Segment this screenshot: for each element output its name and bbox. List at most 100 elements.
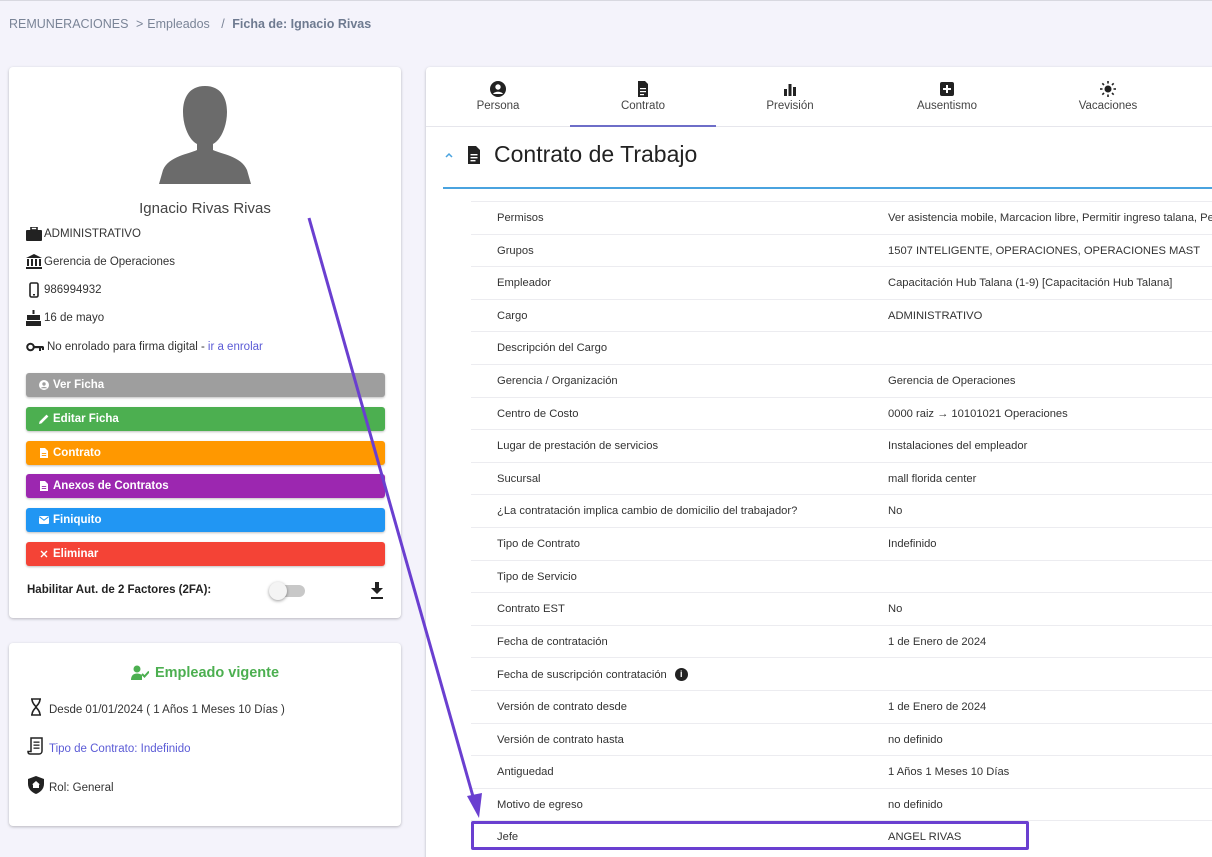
delete-button[interactable]: Eliminar [26,542,385,566]
section-header[interactable]: Contrato de Trabajo [444,141,697,168]
department-text: Gerencia de Operaciones [44,255,176,268]
mail-icon [39,515,49,525]
row-label-text: Versión de contrato hasta [497,733,624,746]
chevron-up-icon[interactable] [444,150,454,160]
status-role-row: Rol: General [27,776,114,794]
document-icon [638,81,648,97]
profile-card: Ignacio Rivas Rivas ADMINISTRATIVO Geren… [9,67,401,618]
sun-icon [1100,81,1116,97]
contract-details-table: Permisos Ver asistencia mobile, Marcacion… [471,201,1212,853]
section-divider [443,187,1212,189]
table-row: Lugar de prestación de servicios Instalac… [471,429,1212,462]
row-label: Gerencia / Organización [497,375,618,387]
tab-ausentismo[interactable]: Ausentismo [864,67,1030,127]
contract-annexes-button[interactable]: Anexos de Contratos [26,474,385,498]
tab-vacaciones[interactable]: Vacaciones [1030,67,1186,127]
contract-label: Contrato [53,447,101,459]
status-since-text: Desde 01/01/2024 ( 1 Años 1 Meses 10 Día… [49,704,285,716]
twofa-toggle[interactable] [269,582,307,600]
table-row: Cargo ADMINISTRATIVO [471,298,1212,332]
row-label: Centro de Costo [497,408,578,420]
highlight-box [471,821,1029,850]
row-label: Antiguedad [497,766,554,778]
view-profile-button[interactable]: Ver Ficha [26,373,385,397]
edit-profile-button[interactable]: Editar Ficha [26,407,385,431]
birthday-text: 16 de mayo [44,311,105,324]
table-row: Versión de contrato desde 1 de Enero de 2… [471,689,1212,723]
row-value: Instalaciones del empleador [888,440,1028,453]
info-signature: No enrolado para firma digital - ir a en… [25,338,263,355]
pencil-icon [39,414,49,424]
row-label: Permisos [497,212,544,224]
settlement-label: Finiquito [53,514,102,526]
row-label-text: Tipo de Contrato [497,537,580,550]
row-value: Capacitación Hub Talana (1-9) [Capacitac… [888,277,1173,290]
row-value: 1507 INTELIGENTE, OPERACIONES, OPERACION… [888,244,1201,257]
row-label-text: Descripción del Cargo [497,342,608,355]
table-row: ¿La contratación implica cambio de domic… [471,494,1212,527]
breadcrumb: REMUNERACIONES > Empleados / Ficha de: Ig… [9,17,371,31]
table-row: Fecha de contratación 1 de Enero de 2024 [471,624,1212,658]
table-row: Empleador Capacitación Hub Talana (1-9) [… [471,266,1212,299]
row-label-text: Tipo de Servicio [497,570,577,583]
breadcrumb-root[interactable]: REMUNERACIONES [9,17,128,31]
enroll-link[interactable]: ir a enrolar [208,341,263,353]
row-label: Lugar de prestación de servicios [497,440,658,452]
breadcrumb-separator: / [221,17,225,31]
row-label: Empleador [497,277,551,289]
contract-button[interactable]: Contrato [26,441,385,465]
info-icon[interactable]: i [674,668,688,682]
row-label: Motivo de egreso [497,799,583,811]
status-title-text: Empleado vigente [154,665,280,681]
table-row: Versión de contrato hasta no definido [471,722,1212,756]
delete-label: Eliminar [53,548,99,560]
info-phone: 986994932 [25,281,102,298]
employee-status-title: Empleado vigente [9,665,401,681]
row-value: Gerencia de Operaciones [888,374,1016,387]
user-circle-icon [39,380,49,390]
table-row: Fecha de suscripción contratación i [471,657,1212,690]
settlement-button[interactable]: Finiquito [26,508,385,532]
table-row: Permisos Ver asistencia mobile, Marcacion… [471,201,1212,234]
tab-prevision[interactable]: Previsión [716,67,864,127]
document-icon [39,448,49,458]
table-row: Sucursal mall florida center [471,461,1212,495]
row-label-text: Fecha de contratación [497,635,608,648]
row-label-text: Contrato EST [497,603,565,616]
status-contract-row: Tipo de Contrato: Indefinido [27,737,191,755]
row-value: 1 de Enero de 2024 [888,700,987,713]
info-department: Gerencia de Operaciones [25,253,175,270]
tab-persona[interactable]: Persona [426,67,570,127]
phone-text: 986994932 [44,283,102,296]
user-circle-icon [490,81,506,97]
breadcrumb-section[interactable]: Empleados [147,17,210,31]
tab-ausentismo-label: Ausentismo [916,100,978,112]
row-value: Indefinido [888,537,937,550]
row-value: No [888,603,903,616]
employee-name: Ignacio Rivas Rivas [139,200,271,217]
row-label: Fecha de contratación [497,636,608,648]
download-icon[interactable] [369,582,385,600]
row-label: Tipo de Servicio [497,571,577,583]
row-label-text: Sucursal [497,472,541,485]
table-row: Gerencia / Organización Gerencia de Opera… [471,363,1212,397]
tab-contrato-label: Contrato [620,100,666,112]
row-label: Contrato EST [497,603,565,615]
row-label-text: Empleador [497,277,552,290]
info-birthday: 16 de mayo [25,309,104,326]
row-value: mall florida center [888,472,977,485]
row-label-text: Cargo [497,309,528,322]
row-label-text: Antiguedad [497,766,554,779]
table-row: Contrato EST No [471,592,1212,625]
tab-contrato[interactable]: Contrato [570,67,716,127]
row-value: No [888,505,903,518]
row-value: Ver asistencia mobile, Marcacion libre, … [888,212,1212,224]
row-label-text: Grupos [497,244,534,257]
shield-home-icon [28,776,44,794]
row-label: Versión de contrato hasta [497,734,624,746]
table-row: Antiguedad 1 Años 1 Meses 10 Días [471,755,1212,788]
twofa-label: Habilitar Aut. de 2 Factores (2FA): [27,584,212,596]
row-label: Cargo [497,310,527,322]
contract-type-link[interactable]: Tipo de Contrato: Indefinido [49,743,191,755]
table-row: Tipo de Servicio [471,559,1212,593]
